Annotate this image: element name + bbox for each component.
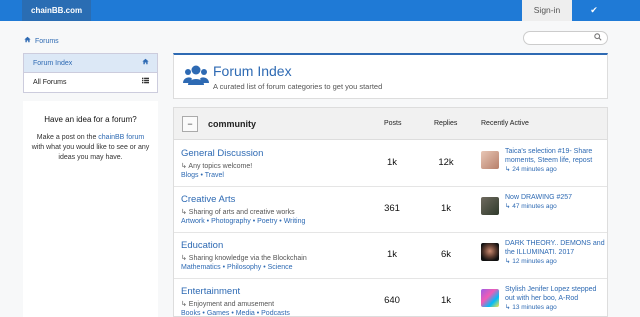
sidebar-item-label: Forum Index [33,60,73,67]
avatar[interactable] [481,289,499,307]
breadcrumb-forums[interactable]: Forums [35,38,59,45]
replies-count: 1k [440,295,452,306]
forum-row: General Discussion ↳ Any topics welcome!… [174,141,607,187]
recent-post-link[interactable]: Stylish Jenifer Lopez stepped out with h… [505,286,596,302]
recent-post-time: ↳ 12 minutes ago [505,258,557,265]
recent-post-link[interactable]: Taica's selection #19- Share moments, St… [505,148,592,164]
avatar[interactable] [481,243,499,261]
home-icon [24,36,33,45]
recent-post: Taica's selection #19- Share moments, St… [505,147,605,174]
col-replies-header: Replies [434,120,458,127]
forum-tags: Blogs • Travel [181,172,224,179]
replies-count: 6k [440,249,452,260]
forum-index-header: Forum Index A curated list of forum cate… [173,53,608,99]
forum-name-link[interactable]: Education [181,240,223,251]
recent-post: DARK THEORY.. DEMONS and the ILLUMINATI.… [505,239,605,266]
forum-tags: Books • Games • Media • Podcasts [181,310,290,317]
page-subtitle: A curated list of forum categories to ge… [213,82,383,91]
tag-link[interactable]: Blogs [181,172,199,179]
breadcrumb[interactable]: Forums [24,36,59,45]
recent-post: Stylish Jenifer Lopez stepped out with h… [505,285,605,312]
recent-post: Now DRAWING #257 ↳ 47 minutes ago [505,193,605,211]
forum-name-link[interactable]: Entertainment [181,286,240,297]
forum-desc: ↳ Any topics welcome! [181,163,253,170]
page-title: Forum Index [213,63,292,79]
recent-post-link[interactable]: DARK THEORY.. DEMONS and the ILLUMINATI.… [505,240,605,256]
tag-link[interactable]: Podcasts [261,310,290,317]
category-community: − community Posts Replies Recently Activ… [173,107,608,317]
tag-link[interactable]: Travel [205,172,224,179]
users-icon [183,63,209,91]
avatar[interactable] [481,197,499,215]
replies-count: 1k [440,203,452,214]
sign-in-button[interactable]: Sign-in [522,0,572,21]
posts-count: 1k [386,249,398,260]
tag-link[interactable]: Photography [211,218,251,225]
tag-link[interactable]: Mathematics [181,264,221,271]
posts-count: 1k [386,157,398,168]
sidebar-item-all-forums[interactable]: All Forums [24,73,157,92]
forum-row: Creative Arts ↳ Sharing of arts and crea… [174,187,607,233]
forum-tags: Mathematics • Philosophy • Science [181,264,293,271]
tag-link[interactable]: Media [236,310,255,317]
sidebar-item-label: All Forums [33,79,67,86]
top-navbar: chainBB.com Sign-in ✔ [0,0,640,21]
recent-post-time: ↳ 24 minutes ago [505,166,557,173]
forum-name-link[interactable]: General Discussion [181,148,263,159]
forum-desc: ↳ Sharing knowledge via the Blockchain [181,255,307,262]
tag-link[interactable]: Artwork [181,218,205,225]
recent-post-time: ↳ 13 minutes ago [505,304,557,311]
forum-name-link[interactable]: Creative Arts [181,194,235,205]
category-name: community [208,119,257,129]
category-header: − community Posts Replies Recently Activ… [174,108,607,140]
recent-post-time: ↳ 47 minutes ago [505,203,557,210]
search-input[interactable] [523,31,608,45]
tag-link[interactable]: Poetry [257,218,277,225]
chainbb-forum-link[interactable]: chainBB forum [98,134,144,141]
list-icon [142,73,149,92]
home-icon [142,54,149,73]
idea-heading: Have an idea for a forum? [44,115,137,124]
forum-desc: ↳ Sharing of arts and creative works [181,209,295,216]
forum-row: Entertainment ↳ Enjoyment and amusement … [174,279,607,317]
idea-text: Make a post on the chainBB forum with wh… [31,134,150,161]
col-recently-active-header: Recently Active [481,120,529,127]
forum-desc: ↳ Enjoyment and amusement [181,301,275,308]
collapse-button[interactable]: − [182,116,198,132]
recent-post-link[interactable]: Now DRAWING #257 [505,194,572,201]
forum-idea-panel: Have an idea for a forum? Make a post on… [23,101,158,317]
tag-link[interactable]: Games [207,310,230,317]
replies-count: 12k [438,157,454,168]
tag-link[interactable]: Science [268,264,293,271]
sidebar-item-forum-index[interactable]: Forum Index [24,54,157,73]
search-icon[interactable] [594,33,602,43]
avatar[interactable] [481,151,499,169]
posts-count: 640 [384,295,400,306]
tag-link[interactable]: Books [181,310,200,317]
forum-row: Education ↳ Sharing knowledge via the Bl… [174,233,607,279]
sidebar-nav: Forum Index All Forums [23,53,158,93]
col-posts-header: Posts [384,120,402,127]
tag-link[interactable]: Philosophy [227,264,261,271]
posts-count: 361 [384,203,400,214]
check-icon[interactable]: ✔ [585,0,603,21]
tag-link[interactable]: Writing [284,218,306,225]
brand-link[interactable]: chainBB.com [22,0,92,21]
forum-tags: Artwork • Photography • Poetry • Writing [181,218,306,225]
